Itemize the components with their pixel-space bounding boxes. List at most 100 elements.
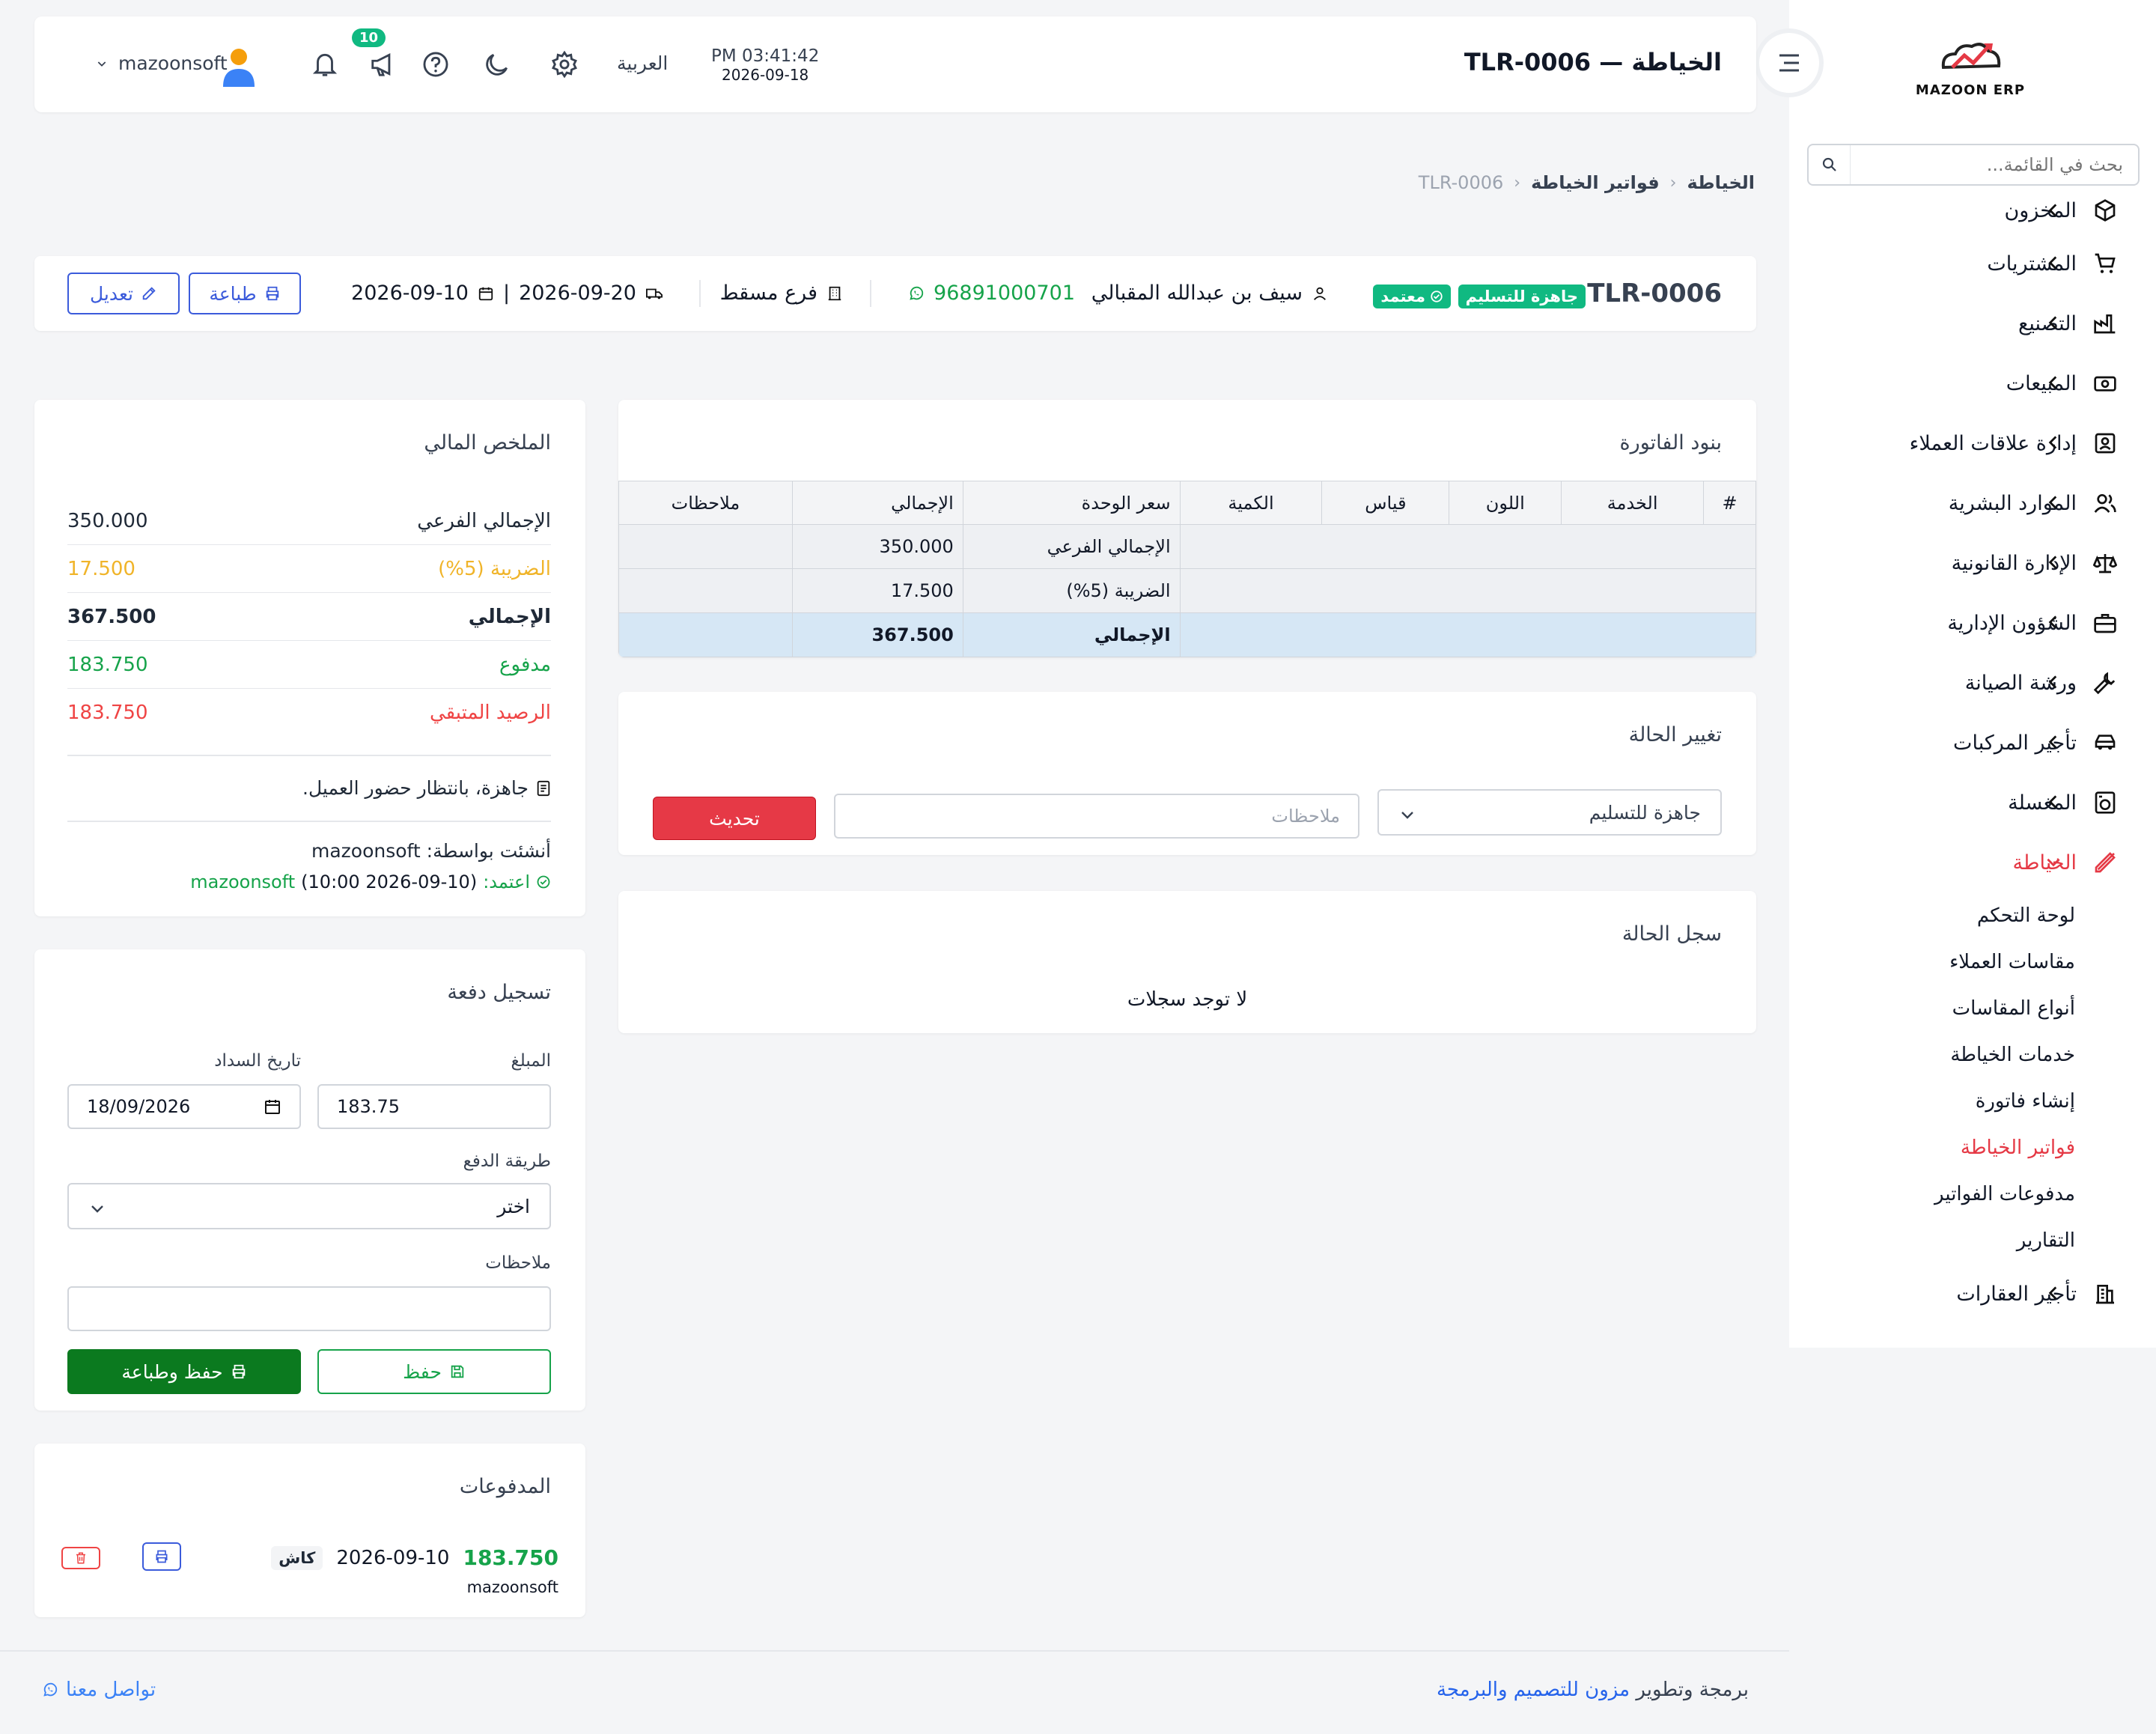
print-payment-button[interactable] (142, 1542, 181, 1571)
sidebar-item-hr[interactable]: الموارد البشرية (1789, 473, 2156, 533)
table-cell (1179, 612, 1756, 657)
logo[interactable]: MAZOON ERP (1903, 30, 2038, 105)
payment-method-value: اختر (497, 1195, 530, 1217)
divider (870, 280, 871, 307)
help-icon[interactable] (419, 48, 452, 81)
customer-phone[interactable]: 96891000701 (908, 282, 1075, 305)
delete-payment-button[interactable] (61, 1547, 100, 1569)
gear-icon[interactable] (548, 48, 581, 81)
payment-date-value: 18/09/2026 (87, 1096, 191, 1117)
update-status-button[interactable]: تحديث (653, 797, 816, 840)
table-cell (618, 612, 793, 657)
table-cell-value: 17.500 (791, 568, 963, 613)
chevron-left-icon (2044, 612, 2063, 637)
user-menu[interactable]: mazoonsoft (96, 52, 228, 74)
column-header: # (1703, 481, 1756, 525)
sidebar-search[interactable] (1807, 144, 2140, 186)
payment-date-input[interactable]: 18/09/2026 (67, 1084, 301, 1129)
footer-divider (0, 1650, 1789, 1652)
sidebar-toggle-button[interactable] (1759, 33, 1819, 93)
megaphone-icon[interactable] (367, 48, 400, 81)
submenu-item-invoice-payments[interactable]: مدفوعات الفواتير (1789, 1171, 2156, 1217)
submenu-item-create-invoice[interactable]: إنشاء فاتورة (1789, 1078, 2156, 1125)
payment-method-select[interactable]: اختر (67, 1183, 551, 1229)
breadcrumb-parent[interactable]: فواتير الخياطة (1531, 172, 1660, 193)
car-icon (2092, 729, 2119, 756)
summary-value: 183.750 (67, 702, 148, 724)
note-text: جاهزة، بانتظار حضور العميل. (302, 777, 529, 799)
bell-icon[interactable] (308, 48, 341, 81)
table-cell (618, 568, 793, 613)
payment-date: 2026-09-10 (336, 1546, 450, 1569)
save-button[interactable]: حفظ (317, 1349, 551, 1394)
edit-label: تعديل (89, 282, 134, 305)
chevron-left-icon (2044, 553, 2063, 577)
invoice-header-card: TLR-0006 جاهزة للتسليم معتمد سيف بن عبدا… (34, 256, 1756, 331)
print-button[interactable]: طباعة (189, 273, 301, 314)
sidebar-search-input[interactable] (1824, 154, 2123, 175)
summary-label: الإجمالي (468, 605, 551, 628)
sidebar-item-vehicle-rental[interactable]: تأجير المركبات (1789, 713, 2156, 773)
sidebar-item-tailoring[interactable]: الخياطة (1789, 833, 2156, 892)
sidebar-item-label: المبيعات (2006, 371, 2077, 395)
branch-info: فرع مسقط (720, 282, 843, 305)
washer-icon (2092, 789, 2119, 816)
sidebar-item-real-estate[interactable]: تأجير العقارات (1789, 1264, 2156, 1324)
sidebar-item-laundry[interactable]: المغسلة (1789, 773, 2156, 833)
breadcrumb-root[interactable]: الخياطة (1687, 172, 1755, 193)
items-table: # الخدمة اللون قياس الكمية سعر الوحدة ال… (618, 481, 1756, 657)
sidebar-item-maintenance[interactable]: ورشة الصيانة (1789, 653, 2156, 713)
amount-value: 183.75 (337, 1096, 400, 1117)
list-item: 183.750 2026-09-10 كاش (271, 1545, 558, 1570)
status-select[interactable]: جاهزة للتسليم (1377, 789, 1722, 836)
scale-icon (2092, 550, 2119, 577)
column-header: قياس (1321, 481, 1450, 525)
phone-number: 96891000701 (934, 282, 1075, 305)
truck-icon (646, 288, 663, 299)
submenu-item-dashboard[interactable]: لوحة التحكم (1789, 892, 2156, 939)
submenu-item-tailoring-invoices[interactable]: فواتير الخياطة (1789, 1125, 2156, 1171)
sidebar-item-admin[interactable]: الشؤون الإدارية (1789, 593, 2156, 653)
contact-link[interactable]: تواصل معنا (42, 1679, 156, 1701)
sidebar-item-manufacturing[interactable]: التصنيع (1789, 293, 2156, 353)
search-icon[interactable] (1809, 145, 1851, 184)
status-select-value: جاهزة للتسليم (1589, 801, 1701, 824)
calendar-icon[interactable] (264, 1098, 281, 1116)
sidebar-item-purchases[interactable]: المشتريات (1789, 234, 2156, 293)
table-cell-label: الإجمالي (962, 612, 1181, 657)
sidebar-item-legal[interactable]: الإدارة القانونية (1789, 533, 2156, 593)
submenu-item-measurement-types[interactable]: أنواع المقاسات (1789, 985, 2156, 1032)
sidebar-item-crm[interactable]: إدارة علاقات العملاء (1789, 413, 2156, 473)
sidebar-item-inventory[interactable]: المخزون (1789, 187, 2156, 234)
payment-notes-input[interactable] (67, 1286, 551, 1331)
table-cell (618, 524, 793, 569)
moon-icon[interactable] (481, 48, 514, 81)
language-switch[interactable]: العربية (617, 52, 668, 74)
save-print-button[interactable]: حفظ وطباعة (67, 1349, 301, 1394)
chevron-down-icon (88, 1199, 106, 1222)
payment-form-card: تسجيل دفعة المبلغ تاريخ السداد 183.75 18… (34, 949, 585, 1411)
submenu-item-tailoring-services[interactable]: خدمات الخياطة (1789, 1032, 2156, 1078)
payment-amount: 183.750 (463, 1545, 558, 1570)
chevron-down-icon (1398, 806, 1416, 828)
submenu-item-reports[interactable]: التقارير (1789, 1217, 2156, 1264)
sidebar-item-sales[interactable]: المبيعات (1789, 353, 2156, 413)
chevron-left-icon (2044, 373, 2063, 398)
divider (67, 821, 551, 822)
financial-summary-card: الملخص المالي الإجمالي الفرعي 350.000 ال… (34, 400, 585, 916)
dates-info: 2026-09-20 | 2026-09-10 (351, 282, 663, 305)
footer-credit-link[interactable]: مزون للتصميم والبرمجة (1437, 1679, 1630, 1701)
table-cell-value: 367.500 (791, 612, 963, 657)
status-notes-input[interactable]: ملاحظات (834, 794, 1359, 839)
trash-icon (76, 1552, 85, 1564)
cart-icon (2092, 250, 2119, 277)
submenu-item-customer-measurements[interactable]: مقاسات العملاء (1789, 939, 2156, 985)
check-circle-icon (537, 875, 550, 889)
summary-label: الرصيد المتبقي (429, 702, 551, 724)
status-badge-ready: جاهزة للتسليم (1458, 285, 1586, 308)
whatsapp-icon (910, 286, 924, 300)
notes-placeholder: ملاحظات (1271, 806, 1340, 827)
print-label: طباعة (209, 282, 257, 305)
amount-input[interactable]: 183.75 (317, 1084, 551, 1129)
edit-button[interactable]: تعديل (67, 273, 180, 314)
